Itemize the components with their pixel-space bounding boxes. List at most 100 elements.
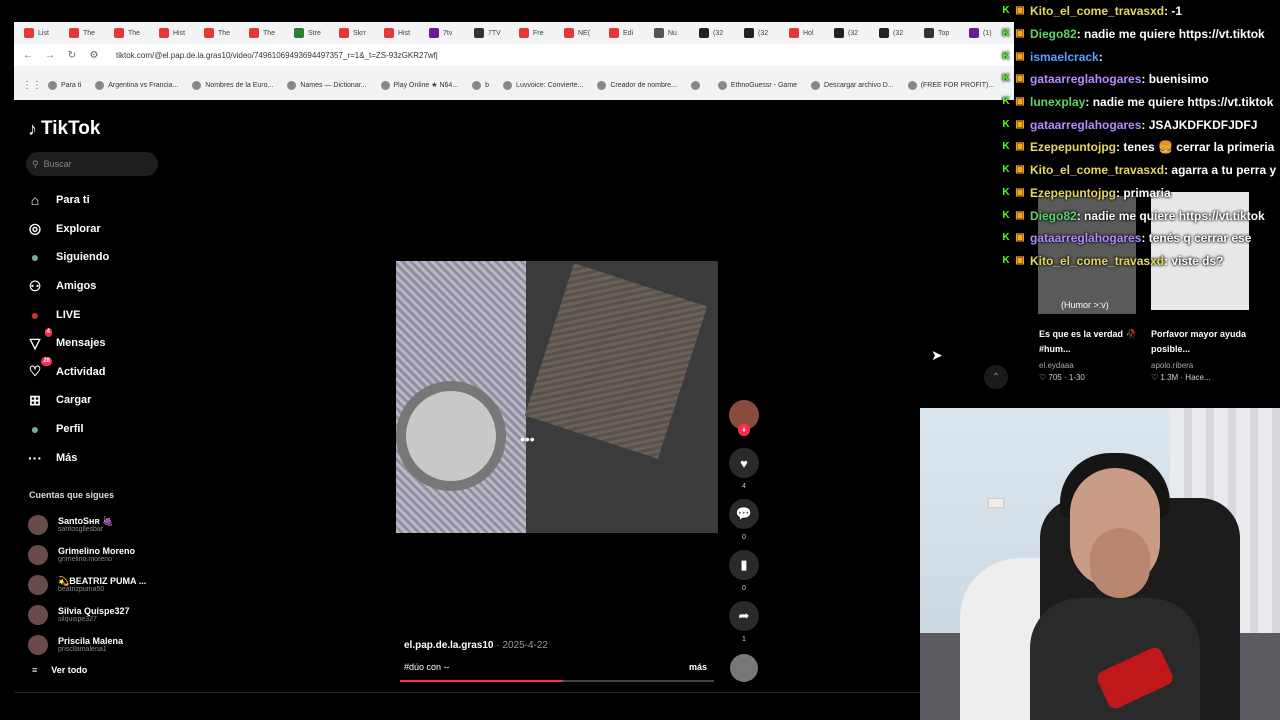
nav-item-following-avatar[interactable]: ● Siguiendo (26, 243, 176, 272)
follow-plus-icon[interactable]: + (738, 424, 750, 436)
browser-tab[interactable]: (32 (879, 22, 924, 44)
browser-tab[interactable]: Hist (384, 22, 429, 44)
bookmark-icon (597, 80, 607, 90)
forward-icon[interactable]: → (44, 50, 56, 61)
browser-tab[interactable]: Stre (294, 22, 339, 44)
tab-favicon-icon (924, 28, 934, 38)
tab-label: (32 (713, 29, 724, 37)
see-all-button[interactable]: ≡ Ver todo (32, 665, 87, 675)
browser-tab[interactable]: Edi (609, 22, 654, 44)
nav-label: Perfil (56, 423, 84, 436)
tab-label: Fre (533, 29, 544, 37)
browser-tab[interactable]: The (69, 22, 114, 44)
following-text: SantoSʜʀ 🍇 santosgllesbar (58, 516, 113, 534)
chat-text: : nadie me quiere https://vt.tiktok (1076, 27, 1265, 42)
tab-label: Stre (308, 29, 321, 37)
sub-badge-icon: ▣ (1015, 186, 1025, 198)
browser-tab[interactable]: Nu (654, 22, 699, 44)
browser-tab[interactable]: List (24, 22, 69, 44)
browser-tab[interactable]: The (204, 22, 249, 44)
nav-item-more[interactable]: ··· Más (26, 443, 176, 472)
bookmark[interactable]: Luvvoice: Convierte... (503, 80, 583, 90)
bookmark[interactable] (690, 80, 704, 90)
url-bar[interactable]: tiktok.com/@el.pap.de.la.gras10/video/74… (116, 51, 438, 60)
bookmark[interactable]: Nombres de la Euro... (192, 80, 273, 90)
like-button[interactable]: ♥ (729, 448, 759, 478)
browser-tab[interactable]: 7TV (474, 22, 519, 44)
bookmark[interactable]: EthnoGuessr - Game (717, 80, 797, 90)
tab-favicon-icon (339, 28, 349, 38)
browser-tab[interactable]: Top (924, 22, 969, 44)
following-item[interactable]: Silvia Quispe327 silquispe327 (28, 600, 178, 630)
chat-username: gataarreglahogares (1030, 231, 1142, 246)
bookmark[interactable]: Descargar archivo D... (811, 80, 894, 90)
tiktok-logo[interactable]: ♪ TikTok (28, 118, 100, 140)
suggested-title[interactable]: Porfavor mayor ayuda posible... (1151, 327, 1251, 357)
browser-tab[interactable]: Skrr (339, 22, 384, 44)
share-count: 1 (742, 636, 746, 643)
suggested-user[interactable]: el.eydaaa (1039, 361, 1074, 370)
nav-label: Explorar (56, 222, 101, 235)
creator-avatar[interactable]: + (729, 400, 759, 436)
nav-item-activity[interactable]: ♡ 28 Actividad (26, 356, 176, 387)
bookmark[interactable]: b (472, 80, 489, 90)
video-progress[interactable] (400, 680, 714, 682)
webcam-feed (920, 408, 1280, 720)
following-name: Silvia Quispe327 (58, 606, 130, 616)
browser-tab[interactable]: Hist (159, 22, 204, 44)
following-item[interactable]: SantoSʜʀ 🍇 santosgllesbar (28, 510, 178, 540)
nav-item-home[interactable]: ⌂ Para ti (26, 186, 176, 215)
browser-tab[interactable]: The (114, 22, 159, 44)
reload-icon[interactable]: ↻ (66, 50, 78, 61)
browser-tab[interactable]: (32 (699, 22, 744, 44)
bookmark[interactable]: Creador de nombre... (597, 80, 677, 90)
browser-tab[interactable]: Hol (789, 22, 834, 44)
nav-item-friends[interactable]: ⚇ Amigos (26, 272, 176, 301)
browser-tab[interactable]: 7tv (429, 22, 474, 44)
back-icon[interactable]: ← (22, 50, 34, 61)
sub-badge-icon: ▣ (1015, 73, 1025, 85)
nav-item-compass[interactable]: ◎ Explorar (26, 215, 176, 244)
nav-item-profile[interactable]: ● Perfil (26, 415, 176, 444)
bookmark[interactable]: Para ti (48, 80, 81, 90)
bookmark[interactable]: Names — Dictionar... (287, 80, 367, 90)
tab-favicon-icon (744, 28, 754, 38)
kick-badge-icon: K (1002, 209, 1010, 221)
nav-item-upload[interactable]: ⊞ Cargar (26, 386, 176, 415)
site-info-icon[interactable]: ⚙ (88, 50, 100, 61)
share-button[interactable]: ➦ (729, 601, 759, 631)
more-button[interactable]: más (689, 662, 707, 672)
bookmark[interactable]: (FREE FOR PROFIT)... (907, 80, 994, 90)
chat-username: Kito_el_come_travasxd (1030, 253, 1165, 268)
browser-tab[interactable]: The (249, 22, 294, 44)
following-name: 💫BEATRIZ PUMA ... (58, 576, 147, 586)
suggested-user[interactable]: apolo.ribera (1151, 361, 1193, 370)
suggested-title[interactable]: Es que es la verdad 🥀 #hum... (1039, 327, 1139, 357)
bookmark-label: Descargar archivo D... (824, 81, 894, 89)
video-username[interactable]: el.pap.de.la.gras10 (404, 640, 494, 651)
video-options-icon[interactable]: ••• (520, 431, 535, 447)
browser-tab[interactable]: Fre (519, 22, 564, 44)
nav-item-live[interactable]: ● LIVE (26, 300, 176, 329)
search-input[interactable]: ⚲ Buscar (26, 152, 158, 176)
bookmark[interactable]: Play Online ★ N64... (380, 80, 458, 90)
comment-button[interactable]: 💬 (729, 499, 759, 529)
sound-avatar[interactable] (730, 654, 758, 682)
save-button[interactable]: ▮ (729, 550, 759, 580)
chat-text: : primaria (1116, 185, 1171, 200)
following-item[interactable]: Priscila Malena priscilamalena1 (28, 630, 178, 660)
video-player[interactable]: ••• (396, 261, 718, 533)
following-item[interactable]: 💫BEATRIZ PUMA ... beatrizpuma50 (28, 570, 178, 600)
bookmark[interactable]: Argentina vs Francia... (95, 80, 178, 90)
following-item[interactable]: Grimelino Moreno grimelino.moreno (28, 540, 178, 570)
chat-text: : agarra a tu perra y (1164, 163, 1277, 178)
nav-item-messages[interactable]: ▽ 4 Mensajes (26, 328, 176, 358)
chat-text: : (1098, 49, 1103, 64)
browser-tab[interactable]: NE( (564, 22, 609, 44)
avatar (28, 515, 48, 535)
apps-icon[interactable]: ⋮⋮ (22, 80, 42, 91)
video-description[interactable]: #dúo con -- (404, 662, 450, 672)
scroll-up-button[interactable]: ⌃ (984, 365, 1008, 389)
browser-tab[interactable]: (32 (834, 22, 879, 44)
browser-tab[interactable]: (32 (744, 22, 789, 44)
